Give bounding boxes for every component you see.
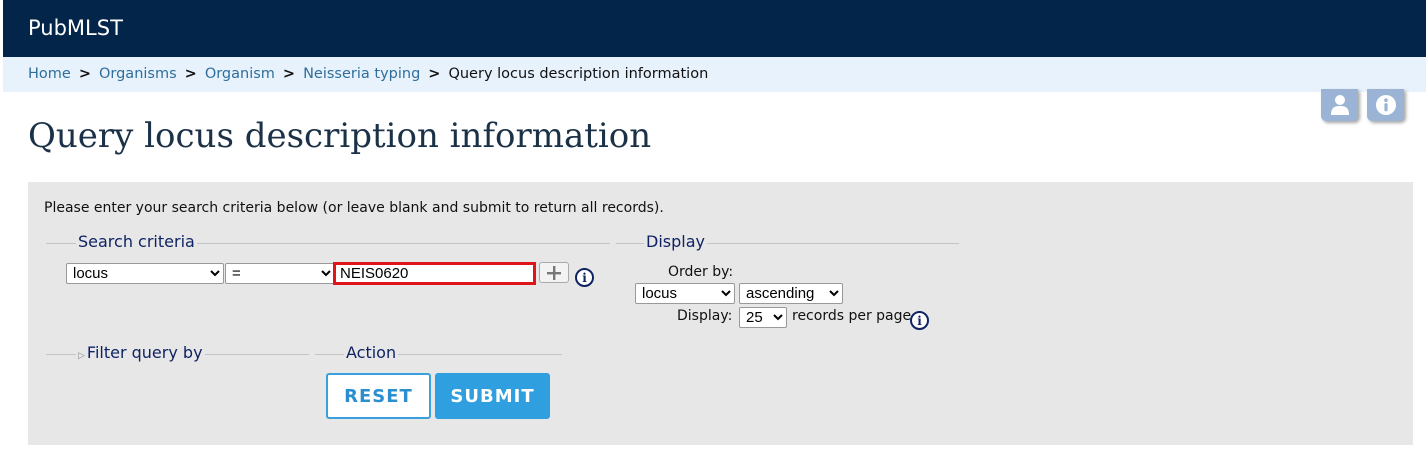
breadcrumb: Home > Organisms > Organism > Neisseria typing… [3,57,1426,92]
breadcrumb-neisseria-typing[interactable]: Neisseria typing [303,66,420,82]
display-legend: Display [644,232,707,251]
breadcrumb-separator: > [78,66,91,82]
page-title: Query locus description information [28,116,652,156]
query-form-panel: Please enter your search criteria below … [28,182,1413,445]
reset-button[interactable]: RESET [326,373,431,419]
search-value-input[interactable] [333,262,536,285]
brand-logo[interactable]: PubMLST [28,16,123,40]
breadcrumb-current: Query locus description information [448,66,709,82]
user-account-button[interactable] [1321,89,1358,121]
sort-direction-select[interactable]: ascending [739,283,843,304]
order-by-select[interactable]: locus [635,283,735,304]
breadcrumb-separator: > [184,66,197,82]
breadcrumb-organism[interactable]: Organism [205,66,275,82]
info-icon [1375,95,1396,115]
triangle-right-icon: ▷ [78,351,85,361]
search-criteria-legend: Search criteria [76,232,197,251]
submit-button[interactable]: SUBMIT [435,373,550,419]
order-by-label: Order by: [668,264,734,280]
breadcrumb-home[interactable]: Home [28,66,71,82]
search-help-icon[interactable]: i [575,268,594,287]
action-legend: Action [344,343,399,362]
operator-select[interactable]: = [225,263,335,284]
records-per-page-label: records per page [792,308,912,324]
top-bar: PubMLST [3,0,1426,57]
display-help-icon[interactable]: i [910,311,929,330]
breadcrumb-separator: > [428,66,441,82]
add-criteria-button[interactable] [539,262,569,283]
filter-legend-label: Filter query by [86,343,203,362]
display-label: Display: [677,308,733,324]
breadcrumb-separator: > [282,66,296,82]
user-icon [1330,95,1349,115]
records-per-page-select[interactable]: 25 [739,307,787,328]
site-info-button[interactable] [1367,89,1404,121]
filter-query-toggle[interactable]: ▷ Filter query by [76,344,205,365]
breadcrumb-organisms[interactable]: Organisms [99,66,177,82]
plus-icon [547,265,561,280]
form-instructions: Please enter your search criteria below … [44,200,664,216]
search-field-select[interactable]: locus [66,263,224,284]
